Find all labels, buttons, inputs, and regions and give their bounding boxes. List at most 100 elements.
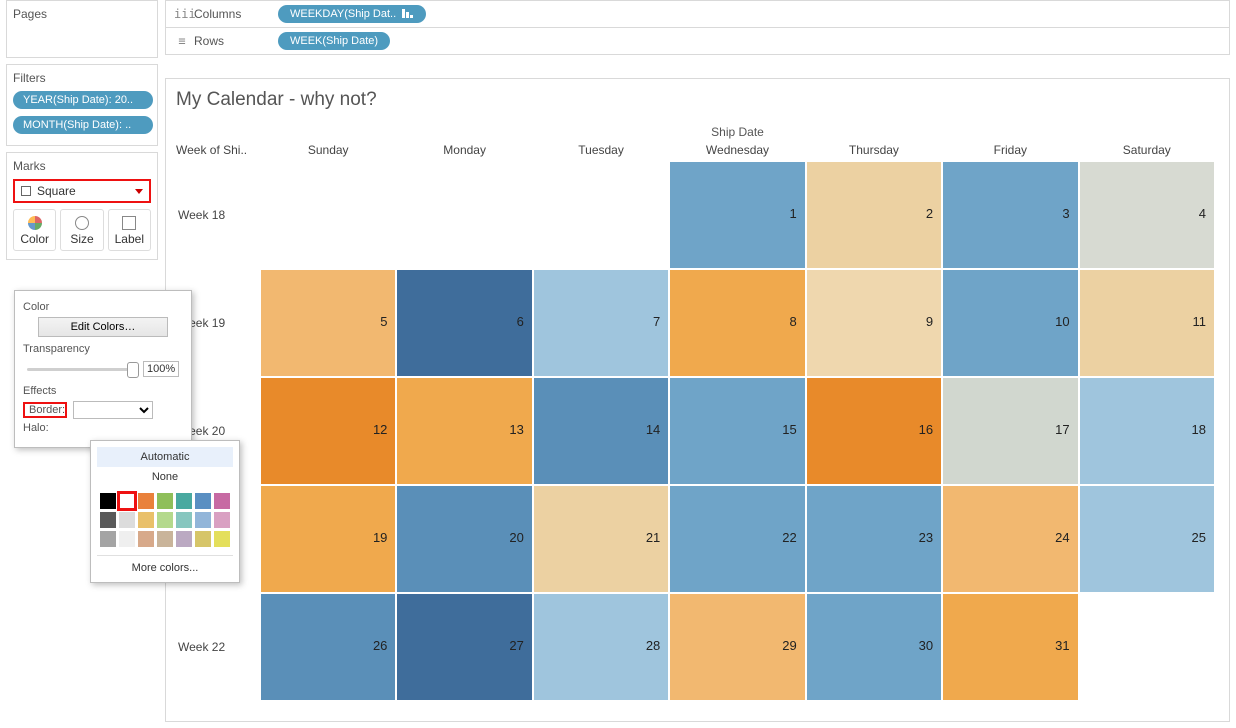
calendar-cell[interactable]: 30 — [806, 593, 942, 701]
marks-type-label: Square — [37, 184, 76, 198]
filter-pill[interactable]: YEAR(Ship Date): 20.. — [13, 91, 153, 109]
day-number: 11 — [1193, 314, 1207, 329]
color-popup: Color Edit Colors… Transparency 100% Eff… — [14, 290, 192, 448]
calendar-cell[interactable]: 16 — [806, 377, 942, 485]
calendar-cell[interactable]: 23 — [806, 485, 942, 593]
color-swatch[interactable] — [214, 531, 230, 547]
day-number: 18 — [1192, 422, 1206, 437]
viz-title[interactable]: My Calendar - why not? — [176, 89, 1215, 111]
calendar-cell[interactable]: 26 — [260, 593, 396, 701]
color-swatch[interactable] — [157, 531, 173, 547]
calendar-cell[interactable]: 9 — [806, 269, 942, 377]
calendar-cell[interactable]: 14 — [533, 377, 669, 485]
color-swatch[interactable] — [176, 512, 192, 528]
calendar-cell[interactable]: 8 — [669, 269, 805, 377]
day-header: Friday — [942, 139, 1078, 161]
color-swatch[interactable] — [195, 512, 211, 528]
columns-pill[interactable]: WEEKDAY(Ship Dat.. — [278, 5, 426, 23]
filter-pill[interactable]: MONTH(Ship Date): .. — [13, 116, 153, 134]
marks-card: Marks Square Color Size Label — [6, 152, 158, 260]
calendar-cell[interactable]: 18 — [1079, 377, 1215, 485]
day-header: Wednesday — [669, 139, 805, 161]
edit-colors-button[interactable]: Edit Colors… — [38, 317, 168, 337]
slider-thumb[interactable] — [127, 362, 139, 378]
day-number: 2 — [926, 206, 933, 221]
calendar-cell[interactable]: 24 — [942, 485, 1078, 593]
chevron-down-icon — [135, 189, 143, 194]
transparency-slider[interactable]: 100% — [27, 359, 179, 379]
size-button[interactable]: Size — [60, 209, 103, 251]
calendar-cell[interactable]: 21 — [533, 485, 669, 593]
color-swatch[interactable] — [119, 531, 135, 547]
color-swatch[interactable] — [157, 512, 173, 528]
color-swatch[interactable] — [195, 531, 211, 547]
calendar-cell[interactable]: 6 — [396, 269, 532, 377]
calendar-cell[interactable] — [260, 161, 396, 269]
calendar-cell[interactable]: 13 — [396, 377, 532, 485]
row-axis-header: Week of Shi.. — [176, 139, 260, 161]
border-label: Border: — [23, 402, 67, 418]
palette-automatic[interactable]: Automatic — [97, 447, 233, 467]
rows-pill-label: WEEK(Ship Date) — [290, 35, 378, 47]
color-button[interactable]: Color — [13, 209, 56, 251]
calendar-cell[interactable]: 20 — [396, 485, 532, 593]
color-swatch[interactable] — [138, 531, 154, 547]
transparency-value[interactable]: 100% — [143, 361, 179, 377]
calendar-cell[interactable]: 27 — [396, 593, 532, 701]
calendar-cell[interactable]: 31 — [942, 593, 1078, 701]
palette-none[interactable]: None — [97, 467, 233, 487]
color-swatch[interactable] — [214, 512, 230, 528]
calendar-cell[interactable]: 12 — [260, 377, 396, 485]
day-number: 25 — [1192, 530, 1206, 545]
color-swatch[interactable] — [100, 531, 116, 547]
calendar-cell[interactable]: 7 — [533, 269, 669, 377]
calendar-cell[interactable]: 19 — [260, 485, 396, 593]
columns-label: Columns — [194, 7, 278, 21]
color-swatch[interactable] — [195, 493, 211, 509]
slider-track — [27, 368, 139, 371]
calendar-cell[interactable]: 4 — [1079, 161, 1215, 269]
more-colors[interactable]: More colors... — [97, 555, 233, 574]
color-swatch[interactable] — [138, 493, 154, 509]
calendar-cell[interactable]: 5 — [260, 269, 396, 377]
calendar-cell[interactable]: 3 — [942, 161, 1078, 269]
calendar-cell[interactable] — [533, 161, 669, 269]
color-swatch[interactable] — [138, 512, 154, 528]
color-swatch[interactable] — [176, 531, 192, 547]
marks-type-select[interactable]: Square — [13, 179, 151, 203]
calendar-cell[interactable] — [396, 161, 532, 269]
calendar-cell[interactable]: 15 — [669, 377, 805, 485]
calendar-cell[interactable]: 25 — [1079, 485, 1215, 593]
color-swatch[interactable] — [100, 493, 116, 509]
border-color-dropdown: Automatic None More colors... — [90, 440, 240, 583]
day-number: 13 — [509, 422, 523, 437]
label-button[interactable]: Label — [108, 209, 151, 251]
calendar-cell[interactable]: 22 — [669, 485, 805, 593]
rows-icon: ≡ — [174, 34, 190, 48]
calendar-cell[interactable]: 29 — [669, 593, 805, 701]
columns-shelf[interactable]: iii Columns WEEKDAY(Ship Dat.. — [165, 0, 1230, 28]
calendar-cell[interactable]: 1 — [669, 161, 805, 269]
color-swatch[interactable] — [176, 493, 192, 509]
filters-title: Filters — [13, 71, 151, 85]
calendar-cell[interactable]: 17 — [942, 377, 1078, 485]
rows-pill[interactable]: WEEK(Ship Date) — [278, 32, 390, 50]
popup-color-label: Color — [23, 301, 183, 313]
color-swatch[interactable] — [100, 512, 116, 528]
pages-card: Pages — [6, 0, 158, 58]
rows-shelf[interactable]: ≡ Rows WEEK(Ship Date) — [165, 28, 1230, 55]
day-number: 10 — [1055, 314, 1069, 329]
calendar-cell[interactable]: 28 — [533, 593, 669, 701]
day-number: 27 — [509, 638, 523, 653]
color-swatch[interactable] — [214, 493, 230, 509]
halo-label: Halo: — [23, 422, 67, 434]
calendar-cell[interactable]: 11 — [1079, 269, 1215, 377]
calendar-cell[interactable]: 2 — [806, 161, 942, 269]
color-swatch[interactable] — [119, 512, 135, 528]
color-swatch[interactable] — [119, 493, 135, 509]
marks-title: Marks — [13, 159, 151, 173]
border-select[interactable] — [73, 401, 153, 419]
calendar-cell[interactable]: 10 — [942, 269, 1078, 377]
color-swatch[interactable] — [157, 493, 173, 509]
calendar-cell[interactable] — [1079, 593, 1215, 701]
